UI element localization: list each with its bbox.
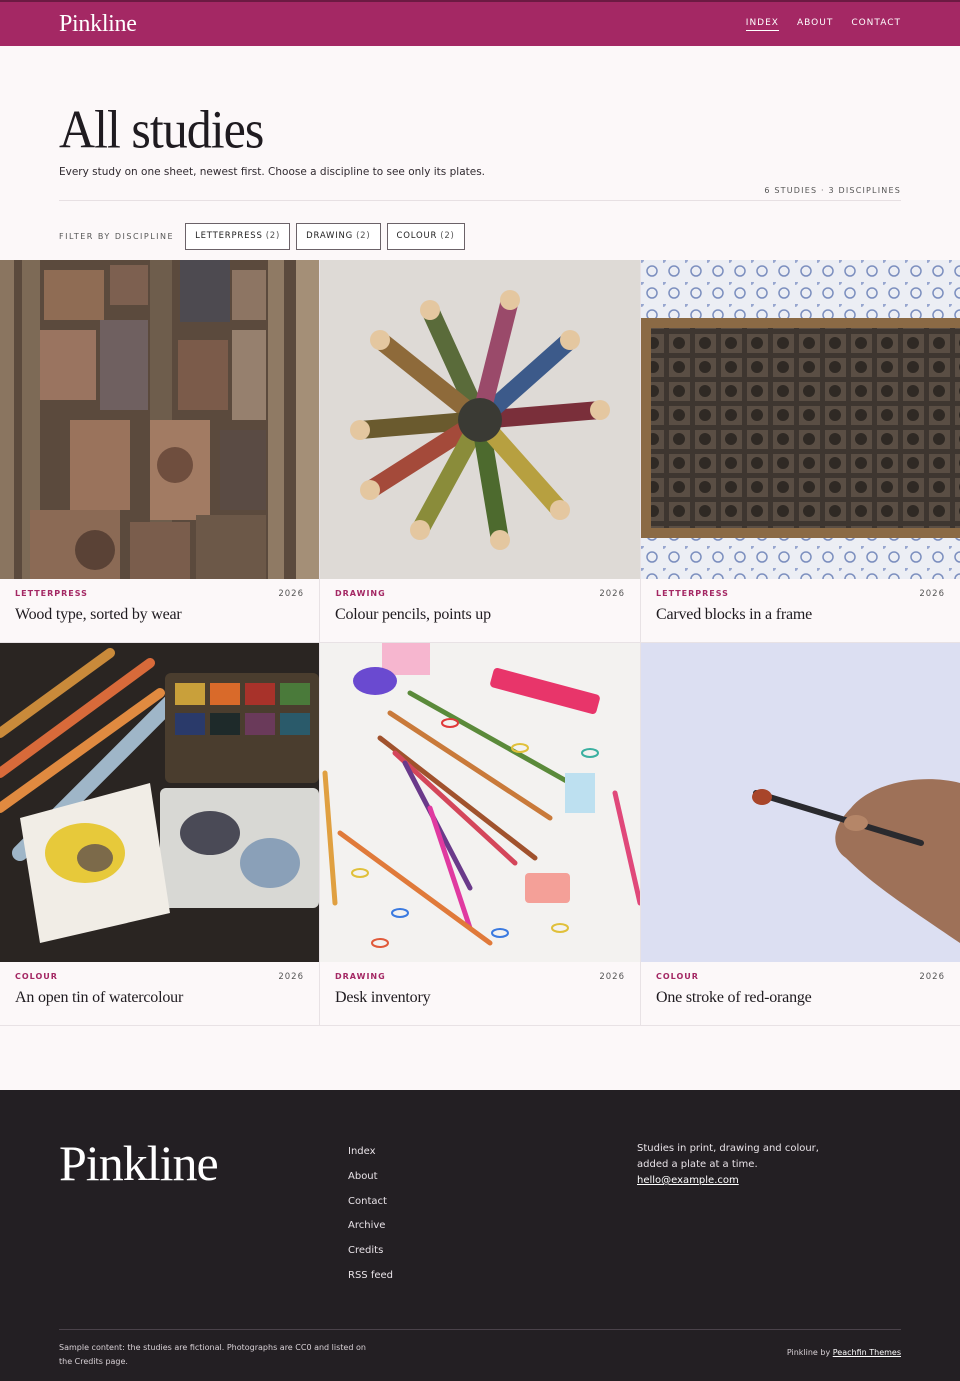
filter-drawing[interactable]: DRAWING (2) <box>296 222 381 250</box>
site-footer: Pinkline Index About Contact Archive Cre… <box>0 1090 960 1381</box>
footer-email-link[interactable]: hello@example.com <box>637 1175 739 1186</box>
chip-label: DRAWING <box>306 231 354 241</box>
card-year: 2026 <box>278 972 304 982</box>
chip-count: (2) <box>265 231 281 241</box>
footer-divider <box>59 1329 901 1330</box>
brush-stroke-photo <box>641 643 960 962</box>
main-nav: INDEX ABOUT CONTACT <box>745 18 901 31</box>
footer-link-about[interactable]: About <box>348 1171 393 1196</box>
filter-letterpress[interactable]: LETTERPRESS (2) <box>185 222 291 250</box>
page-header: All studies Every study on one sheet, ne… <box>0 46 960 200</box>
footer-about-text: Studies in print, drawing and colour, ad… <box>637 1143 819 1170</box>
study-card[interactable]: LETTERPRESS 2026 Carved blocks in a fram… <box>641 260 960 642</box>
card-title: An open tin of watercolour <box>15 989 184 1006</box>
study-card[interactable]: COLOUR 2026 An open tin of watercolour <box>0 643 319 1025</box>
footer-credit: Pinkline by Peachfin Themes <box>787 1348 901 1357</box>
carved-blocks-photo <box>641 260 960 579</box>
footer-link-archive[interactable]: Archive <box>348 1220 393 1245</box>
card-discipline: LETTERPRESS <box>656 589 729 598</box>
card-caption: LETTERPRESS 2026 Wood type, sorted by we… <box>0 579 319 642</box>
card-caption: COLOUR 2026 An open tin of watercolour <box>0 962 319 1025</box>
card-year: 2026 <box>919 972 945 982</box>
wood-type-photo <box>0 260 319 579</box>
nav-index[interactable]: INDEX <box>745 18 779 31</box>
watercolour-tin-photo <box>0 643 319 962</box>
study-card[interactable]: COLOUR 2026 One stroke of red-orange <box>641 643 960 1025</box>
footer-link-rss[interactable]: RSS feed <box>348 1270 393 1295</box>
card-caption: DRAWING 2026 Desk inventory <box>320 962 640 1025</box>
desk-inventory-photo <box>320 643 640 962</box>
card-title: Wood type, sorted by wear <box>15 606 182 623</box>
card-discipline: DRAWING <box>335 972 386 981</box>
card-discipline: DRAWING <box>335 589 386 598</box>
card-title: One stroke of red-orange <box>656 989 812 1006</box>
footer-link-index[interactable]: Index <box>348 1146 393 1171</box>
top-bar: Pinkline INDEX ABOUT CONTACT <box>0 0 960 46</box>
card-discipline: COLOUR <box>656 972 699 981</box>
chip-label: LETTERPRESS <box>195 231 263 241</box>
nav-contact[interactable]: CONTACT <box>851 18 901 31</box>
card-discipline: COLOUR <box>15 972 58 981</box>
card-title: Colour pencils, points up <box>335 606 491 623</box>
page-title: All studies <box>59 98 264 160</box>
footer-link-contact[interactable]: Contact <box>348 1196 393 1221</box>
studies-count: 6 STUDIES · 3 DISCIPLINES <box>764 186 901 195</box>
card-discipline: LETTERPRESS <box>15 589 88 598</box>
footer-nav: Index About Contact Archive Credits RSS … <box>348 1146 393 1295</box>
card-caption: COLOUR 2026 One stroke of red-orange <box>641 962 960 1025</box>
footer-credit-text: Pinkline by <box>786 1348 831 1357</box>
footer-brand: Pinkline <box>59 1135 219 1191</box>
card-caption: LETTERPRESS 2026 Carved blocks in a fram… <box>641 579 960 642</box>
colour-pencils-photo <box>320 260 640 579</box>
study-card[interactable]: DRAWING 2026 Colour pencils, points up <box>320 260 640 642</box>
footer-link-credits[interactable]: Credits <box>348 1245 393 1270</box>
study-card[interactable]: LETTERPRESS 2026 Wood type, sorted by we… <box>0 260 319 642</box>
chip-count: (2) <box>356 231 371 241</box>
footer-credit-link[interactable]: Peachfin Themes <box>833 1348 901 1357</box>
card-year: 2026 <box>278 589 304 599</box>
card-title: Carved blocks in a frame <box>656 606 813 623</box>
studies-grid: LETTERPRESS 2026 Wood type, sorted by we… <box>0 260 960 1026</box>
card-year: 2026 <box>919 589 945 599</box>
footer-about: Studies in print, drawing and colour, ad… <box>637 1141 837 1189</box>
brand-logo[interactable]: Pinkline <box>59 11 137 38</box>
card-title: Desk inventory <box>335 989 431 1006</box>
chip-count: (2) <box>440 231 455 241</box>
chip-label: COLOUR <box>396 231 438 241</box>
study-card[interactable]: DRAWING 2026 Desk inventory <box>320 643 640 1025</box>
discipline-filter: FILTER BY DISCIPLINE LETTERPRESS (2) DRA… <box>0 201 960 260</box>
page-intro: Every study on one sheet, newest first. … <box>59 166 486 178</box>
nav-about[interactable]: ABOUT <box>797 18 833 31</box>
card-year: 2026 <box>599 972 625 982</box>
filter-colour[interactable]: COLOUR (2) <box>386 222 465 250</box>
card-year: 2026 <box>599 589 625 599</box>
card-caption: DRAWING 2026 Colour pencils, points up <box>320 579 640 642</box>
filter-label: FILTER BY DISCIPLINE <box>59 231 175 241</box>
footer-note: Sample content: the studies are fictiona… <box>59 1343 366 1366</box>
